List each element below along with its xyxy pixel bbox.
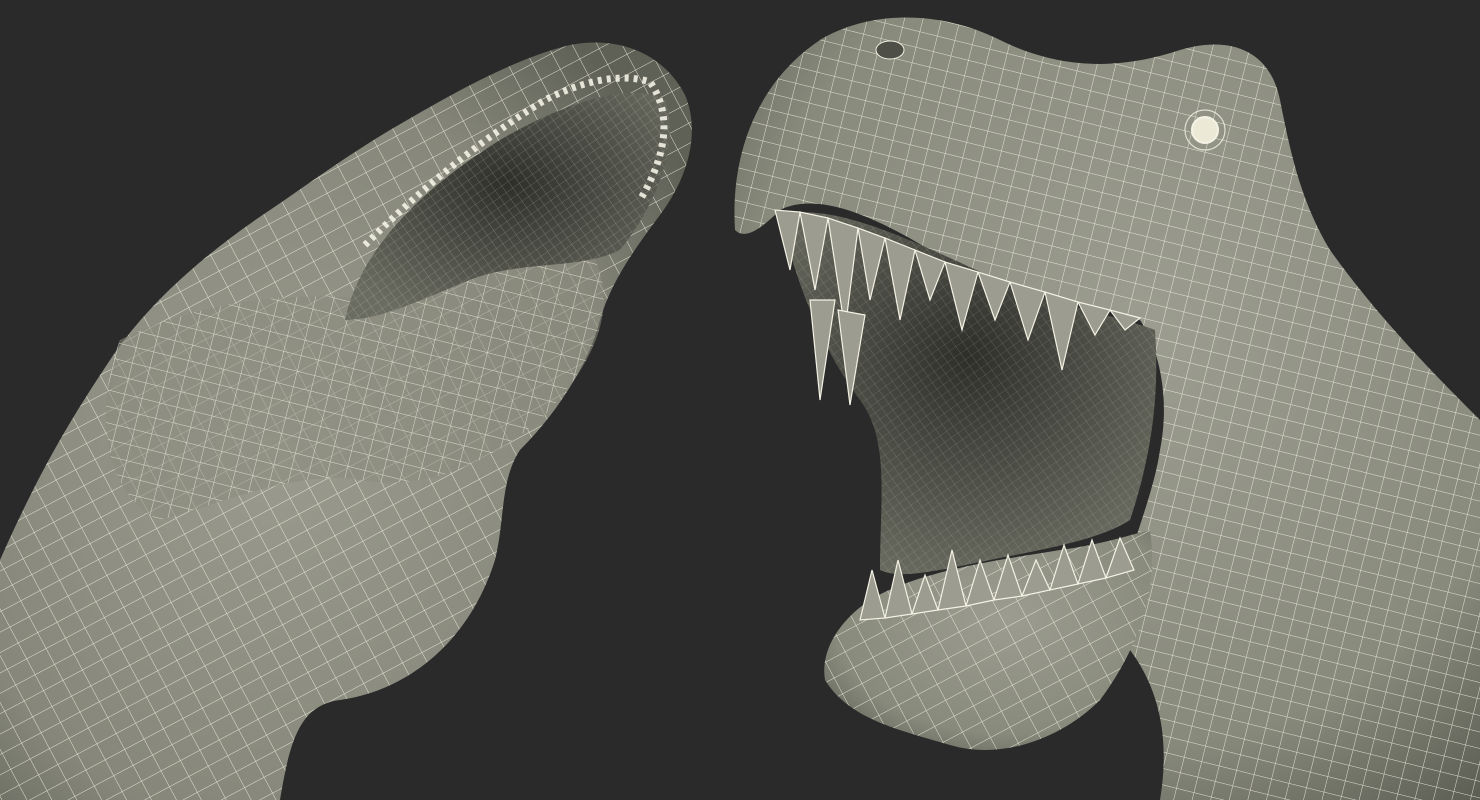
render-viewport [0, 0, 1480, 800]
right-eye [1191, 116, 1219, 144]
right-nostril [875, 40, 905, 60]
wireframe-render-canvas [0, 0, 1480, 800]
